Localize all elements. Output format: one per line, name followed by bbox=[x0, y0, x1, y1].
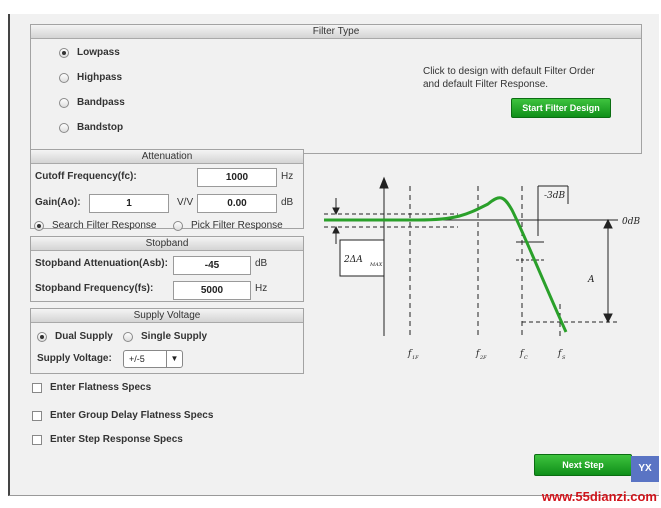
filter-type-header: Filter Type bbox=[31, 25, 641, 39]
gain-vv-unit: V/V bbox=[177, 197, 194, 208]
checkbox-flatness-specs[interactable]: Enter Flatness Specs bbox=[32, 382, 151, 393]
cutoff-frequency-input[interactable]: 1000 bbox=[197, 168, 277, 187]
filter-designer-window: Filter Type Lowpass Highpass Bandpass Ba… bbox=[8, 14, 659, 496]
filter-response-diagram: -3dB 0dB 2ΔA MAX A f 1F f 2F f C f S bbox=[324, 176, 640, 361]
label-a: A bbox=[587, 275, 595, 285]
start-filter-design-button[interactable]: Start Filter Design bbox=[511, 98, 611, 118]
radio-highpass-indicator[interactable] bbox=[59, 72, 69, 83]
stopband-attenuation-unit: dB bbox=[255, 258, 268, 269]
watermark-logo: YX bbox=[631, 456, 659, 482]
stopband-frequency-unit: Hz bbox=[255, 283, 268, 294]
chevron-down-icon[interactable]: ▼ bbox=[166, 351, 182, 367]
design-hint-line2: and default Filter Response. bbox=[423, 79, 549, 90]
radio-search-label: Search Filter Response bbox=[52, 220, 157, 231]
attenuation-header: Attenuation bbox=[31, 150, 303, 164]
radio-pick-response[interactable]: Pick Filter Response bbox=[173, 220, 283, 231]
supply-voltage-header: Supply Voltage bbox=[31, 309, 303, 323]
radio-dual-indicator[interactable] bbox=[37, 331, 47, 342]
label-fc-sub: C bbox=[524, 355, 528, 361]
y-axis-arrow bbox=[379, 176, 389, 189]
gain-label: Gain(Ao): bbox=[35, 197, 81, 208]
checkbox-group-delay-label: Enter Group Delay Flatness Specs bbox=[50, 410, 214, 421]
attenuation-group: Attenuation Cutoff Frequency(fc): 1000 H… bbox=[30, 149, 304, 229]
filter-type-group: Filter Type Lowpass Highpass Bandpass Ba… bbox=[30, 24, 642, 154]
stopband-header: Stopband bbox=[31, 237, 303, 251]
radio-highpass[interactable]: Highpass bbox=[59, 72, 122, 83]
radio-bandstop-label: Bandstop bbox=[77, 122, 124, 133]
radio-lowpass-indicator[interactable] bbox=[59, 47, 69, 58]
radio-bandstop-indicator[interactable] bbox=[59, 122, 69, 133]
stopband-group: Stopband Stopband Attenuation(Asb): -45 … bbox=[30, 236, 304, 302]
radio-single-indicator[interactable] bbox=[123, 331, 133, 342]
stopband-attenuation-label: Stopband Attenuation(Asb): bbox=[35, 258, 168, 269]
supply-voltage-select[interactable]: +/-5 ▼ bbox=[123, 350, 183, 368]
checkbox-flatness-box[interactable] bbox=[32, 382, 42, 393]
radio-search-indicator[interactable] bbox=[34, 220, 44, 231]
radio-lowpass[interactable]: Lowpass bbox=[59, 47, 120, 58]
next-step-button[interactable]: Next Step bbox=[534, 454, 632, 476]
radio-pick-label: Pick Filter Response bbox=[191, 220, 283, 231]
label-delta-amax: 2ΔA bbox=[343, 255, 363, 265]
checkbox-step-response-label: Enter Step Response Specs bbox=[50, 434, 183, 445]
radio-bandpass-indicator[interactable] bbox=[59, 97, 69, 108]
radio-bandpass[interactable]: Bandpass bbox=[59, 97, 125, 108]
label-fs-sub: S bbox=[562, 355, 566, 361]
radio-dual-label: Dual Supply bbox=[55, 331, 113, 342]
radio-lowpass-label: Lowpass bbox=[77, 47, 120, 58]
checkbox-step-response-specs[interactable]: Enter Step Response Specs bbox=[32, 434, 183, 445]
radio-single-supply[interactable]: Single Supply bbox=[123, 331, 207, 342]
checkbox-step-response-box[interactable] bbox=[32, 434, 42, 445]
gain-db-unit: dB bbox=[281, 197, 294, 208]
label-f1f-sub: 1F bbox=[412, 355, 419, 361]
radio-search-response[interactable]: Search Filter Response bbox=[34, 220, 157, 231]
stopband-frequency-input[interactable]: 5000 bbox=[173, 281, 251, 300]
gain-vv-input[interactable]: 1 bbox=[89, 194, 169, 213]
stopband-frequency-label: Stopband Frequency(fs): bbox=[35, 283, 154, 294]
checkbox-group-delay-specs[interactable]: Enter Group Delay Flatness Specs bbox=[32, 410, 213, 421]
design-hint-line1: Click to design with default Filter Orde… bbox=[423, 66, 595, 77]
radio-dual-supply[interactable]: Dual Supply bbox=[37, 331, 113, 342]
watermark-text: www.55dianzi.com bbox=[541, 489, 657, 504]
supply-voltage-group: Supply Voltage Dual Supply Single Supply… bbox=[30, 308, 304, 374]
checkbox-group-delay-box[interactable] bbox=[32, 410, 42, 421]
radio-highpass-label: Highpass bbox=[77, 72, 123, 83]
supply-voltage-label: Supply Voltage: bbox=[37, 353, 112, 364]
cutoff-frequency-label: Cutoff Frequency(fc): bbox=[35, 171, 137, 182]
radio-pick-indicator[interactable] bbox=[173, 220, 183, 231]
radio-single-label: Single Supply bbox=[141, 331, 208, 342]
label-f2f-sub: 2F bbox=[479, 355, 487, 361]
checkbox-flatness-label: Enter Flatness Specs bbox=[50, 382, 152, 393]
radio-bandstop[interactable]: Bandstop bbox=[59, 122, 123, 133]
radio-bandpass-label: Bandpass bbox=[77, 97, 125, 108]
cutoff-unit: Hz bbox=[281, 171, 294, 182]
gain-db-input[interactable]: 0.00 bbox=[197, 194, 277, 213]
label-minus-3db: -3dB bbox=[544, 191, 566, 201]
stopband-attenuation-input[interactable]: -45 bbox=[173, 256, 251, 275]
supply-voltage-value: +/-5 bbox=[129, 354, 145, 364]
label-delta-amax-sub: MAX bbox=[369, 262, 383, 268]
label-zero-db: 0dB bbox=[622, 217, 640, 227]
